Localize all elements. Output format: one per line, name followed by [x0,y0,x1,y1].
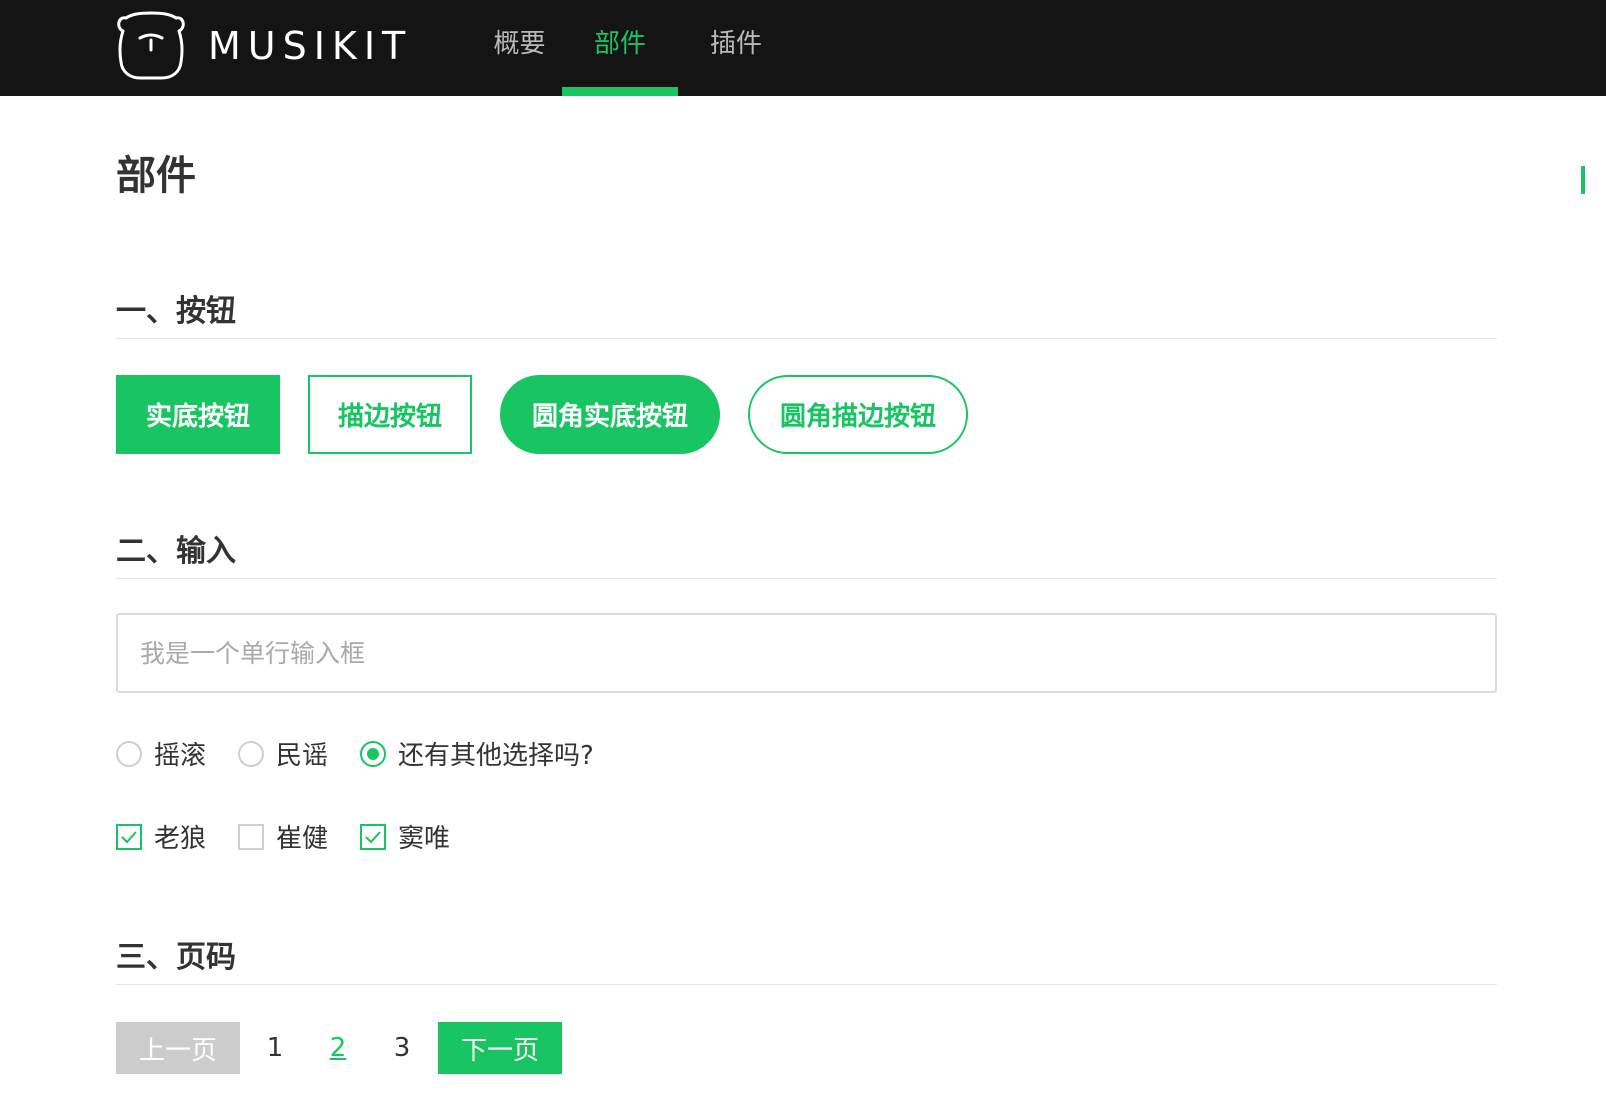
checkbox-label: 老狼 [154,824,207,854]
rounded-outline-button[interactable]: 圆角描边按钮 [748,375,968,454]
scroll-marker [1581,166,1585,194]
section-divider [116,578,1497,579]
checkbox-cuijian[interactable]: 崔健 [238,818,328,855]
radio-label: 摇滚 [154,741,207,771]
section-title-pagination: 三、页码 [116,940,236,975]
checkmark-icon[interactable] [116,823,142,850]
checkbox-douwei[interactable]: 窦唯 [360,818,450,855]
radio-folk[interactable]: 民谣 [238,735,328,772]
section-divider [116,338,1497,339]
prev-page-button[interactable]: 上一页 [116,1022,240,1074]
radio-label: 民谣 [276,741,329,771]
nav-item-components[interactable]: 部件 [562,0,678,96]
nav-item-plugins[interactable]: 插件 [678,0,794,96]
page-title: 部件 [116,153,196,199]
nav-item-label: 概要 [493,29,546,59]
rounded-solid-button[interactable]: 圆角实底按钮 [500,375,720,454]
checkbox-laolang[interactable]: 老狼 [116,818,206,855]
top-navbar: MUSIKIT 概要 部件 插件 [0,0,1606,96]
logo-text: MUSIKIT [208,24,413,68]
radio-unchecked-icon[interactable] [238,740,264,767]
logo[interactable]: MUSIKIT [114,10,412,82]
radio-dot-icon[interactable] [360,740,386,767]
radio-rock[interactable]: 摇滚 [116,735,206,772]
active-tab-indicator [562,87,678,96]
checkbox-label: 崔健 [276,824,329,854]
checkbox-empty-icon[interactable] [238,823,264,850]
section-title-inputs: 二、输入 [116,534,236,569]
page-number-2-current[interactable]: 2 [323,1022,353,1074]
checkmark-icon[interactable] [360,823,386,850]
solid-button[interactable]: 实底按钮 [116,375,280,454]
next-page-button[interactable]: 下一页 [438,1022,562,1074]
nav-item-label: 插件 [709,29,762,59]
section-title-buttons: 一、按钮 [116,294,236,329]
single-line-input[interactable] [116,613,1497,693]
nav-item-label: 部件 [593,29,646,59]
page-number-1[interactable]: 1 [260,1022,290,1074]
radio-label: 还有其他选择吗? [398,741,594,771]
bear-logo-icon [114,10,188,82]
checkbox-label: 窦唯 [398,824,451,854]
radio-unchecked-icon[interactable] [116,740,142,767]
outline-button[interactable]: 描边按钮 [308,375,472,454]
radio-other[interactable]: 还有其他选择吗? [360,735,594,772]
section-divider [116,984,1497,985]
nav-item-overview[interactable]: 概要 [462,0,577,96]
page-number-3[interactable]: 3 [387,1022,417,1074]
